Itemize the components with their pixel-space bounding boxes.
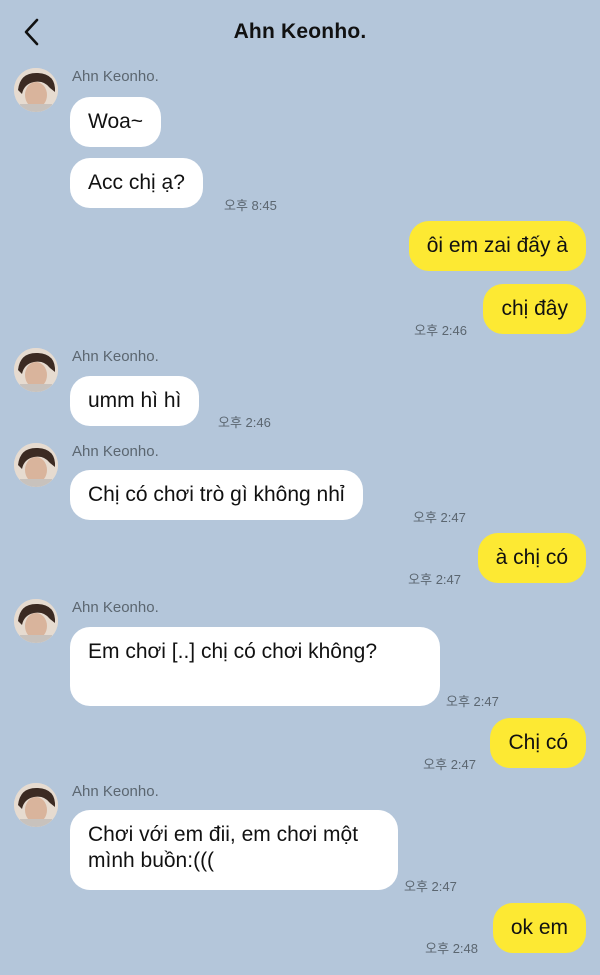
incoming-message[interactable]: Woa~ xyxy=(70,97,162,147)
outgoing-message[interactable]: ok em xyxy=(492,903,586,953)
outgoing-message[interactable]: ôi em zai đấy à xyxy=(408,221,586,271)
sender-name: Ahn Keonho. xyxy=(72,443,159,460)
avatar[interactable] xyxy=(14,443,58,487)
incoming-message[interactable]: Chơi với em đii, em chơi một mình buồn:(… xyxy=(70,810,398,890)
message-time: 오후 2:46 xyxy=(218,415,271,430)
outgoing-message[interactable]: chị đây xyxy=(483,284,586,334)
outgoing-message[interactable]: à chị có xyxy=(477,533,586,583)
outgoing-message[interactable]: Chị có xyxy=(490,718,586,768)
message-time: 오후 2:47 xyxy=(408,572,461,587)
avatar[interactable] xyxy=(14,348,58,392)
sender-name: Ahn Keonho. xyxy=(72,68,159,85)
incoming-message[interactable]: umm hì hì xyxy=(70,376,200,426)
message-time: 오후 2:47 xyxy=(446,694,499,709)
sender-name: Ahn Keonho. xyxy=(72,348,159,365)
sender-name: Ahn Keonho. xyxy=(72,783,159,800)
message-time: 오후 2:48 xyxy=(425,941,478,956)
chat-header: Ahn Keonho. xyxy=(0,0,600,64)
message-time: 오후 2:47 xyxy=(404,879,457,894)
incoming-message[interactable]: Chị có chơi trò gì không nhỉ xyxy=(70,470,363,520)
incoming-message[interactable]: Acc chị ạ? xyxy=(70,158,203,208)
avatar[interactable] xyxy=(14,783,58,827)
message-time: 오후 2:47 xyxy=(413,510,466,525)
avatar[interactable] xyxy=(14,68,58,112)
avatar[interactable] xyxy=(14,599,58,643)
message-time: 오후 2:47 xyxy=(423,757,476,772)
sender-name: Ahn Keonho. xyxy=(72,599,159,616)
incoming-message[interactable]: Em chơi [..] chị có chơi không? xyxy=(70,627,440,706)
message-time: 오후 8:45 xyxy=(224,198,277,213)
chat-title: Ahn Keonho. xyxy=(233,20,367,43)
message-time: 오후 2:46 xyxy=(414,323,467,338)
